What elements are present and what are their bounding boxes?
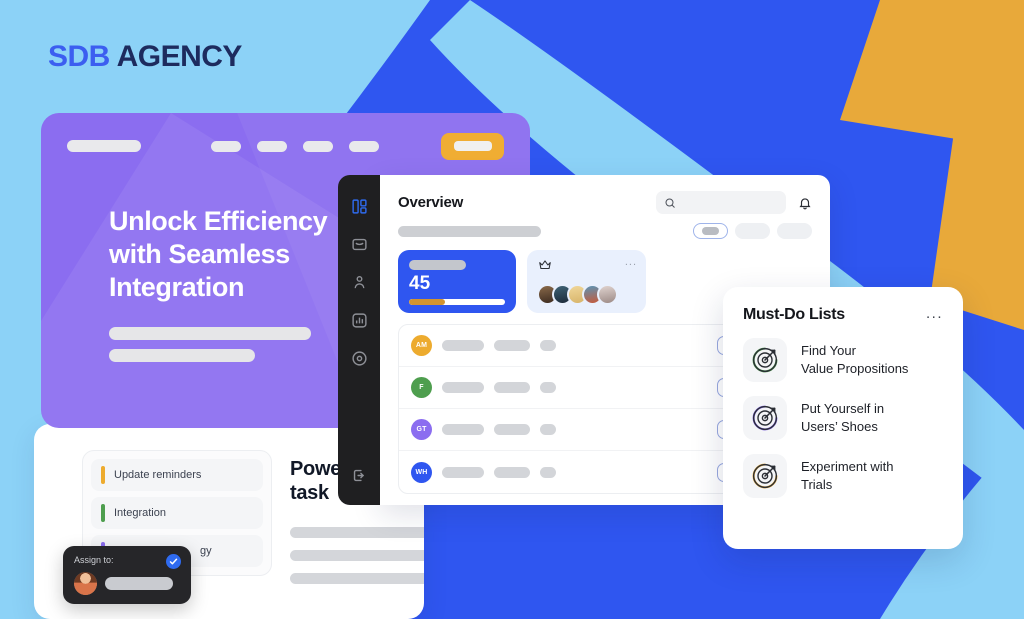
placeholder-line [109,326,311,340]
cell-placeholder [494,424,530,435]
cell-placeholder [494,340,530,351]
target-icon [743,338,787,382]
avatar: WH [411,461,432,483]
hero-logo-placeholder [67,140,141,152]
list-item-label: Put Yourself in Users’ Shoes [801,401,885,434]
cell-placeholder [540,424,556,435]
list-item-label: Find Your Value Propositions [801,343,909,376]
placeholder-line [290,527,424,539]
page-title: Overview [398,194,464,211]
card-menu-dots[interactable]: ... [625,256,637,268]
crown-icon [537,259,553,276]
list-item[interactable]: Put Yourself in Users’ Shoes [743,396,943,440]
check-icon [166,554,181,569]
dashboard-sidebar [338,175,380,505]
avatar: GT [411,419,432,440]
list-item-label: Integration [114,507,166,519]
list-item-label: Update reminders [114,469,202,481]
cell-placeholder [494,466,530,478]
avatar: F [411,377,432,398]
cell-placeholder [540,340,556,351]
cell-placeholder [540,382,556,393]
cell-placeholder [442,424,484,435]
placeholder-lines [290,527,424,585]
list-item[interactable]: Find Your Value Propositions [743,338,943,382]
chart-icon[interactable] [346,307,372,333]
subtitle-placeholder [398,225,541,237]
target-icon [743,396,787,440]
filter-chip[interactable] [735,223,770,239]
cell-placeholder [494,382,530,393]
target-icon [743,454,787,498]
progress-track [409,299,505,305]
hero-nav-items [211,140,379,152]
dashboard-icon[interactable] [346,193,372,219]
user-icon[interactable] [346,269,372,295]
list-item[interactable]: Update reminders [91,459,263,491]
placeholder-line [290,550,424,562]
dashboard-header: Overview [380,175,830,214]
placeholder-line [109,348,255,362]
progress-fill [409,299,445,305]
nav-item-placeholder[interactable] [303,140,333,152]
hero-cta-button[interactable] [441,132,504,160]
logo-text-primary: SDB [48,40,110,73]
brand-logo: SDB AGENCY [48,40,242,74]
search-input[interactable] [656,191,786,214]
search-icon [665,198,675,208]
nav-item-placeholder[interactable] [211,140,241,152]
list-item[interactable]: Experiment with Trials [743,454,943,498]
nav-item-placeholder[interactable] [257,140,287,152]
stat-label-placeholder [409,260,466,270]
logout-icon[interactable] [351,467,368,489]
dashboard-subbar [380,214,830,239]
filter-chip[interactable] [777,223,812,239]
must-do-items: Find Your Value Propositions Put Yoursel… [743,338,943,498]
assign-to-popover: Assign to: [63,546,191,604]
stat-value: 45 [409,273,431,294]
cell-placeholder [442,382,484,393]
list-item-label: Experiment with Trials [801,459,894,492]
list-item[interactable]: Integration [91,497,263,529]
nav-item-placeholder[interactable] [349,140,379,152]
cell-placeholder [442,340,484,351]
mail-icon[interactable] [346,231,372,257]
filter-chip-selected[interactable] [693,223,728,239]
assign-to-row [74,572,180,595]
avatar [74,572,97,595]
team-card: ... [527,250,646,313]
cell-placeholder [540,466,556,478]
avatar [597,284,618,305]
poster-stage: SDB AGENCY Update reminders Integration … [0,0,1024,619]
avatar: AM [411,335,432,356]
stat-card: 45 [398,250,516,313]
must-do-menu-dots[interactable]: ... [926,306,943,321]
assign-to-label: Assign to: [74,555,114,565]
list-item-label: gy [200,545,212,557]
hero-cta-label [453,141,492,151]
target-icon[interactable] [346,345,372,371]
color-bar [101,504,105,522]
filter-chips [693,223,812,239]
avatar-group [537,284,636,305]
assign-input[interactable] [105,577,173,590]
notification-bell-icon[interactable] [798,196,812,210]
hero-navbar [41,113,530,179]
placeholder-line [290,573,424,585]
must-do-header: Must-Do Lists ... [743,306,943,324]
must-do-title: Must-Do Lists [743,306,845,323]
must-do-lists-card: Must-Do Lists ... Find Your Value Propos… [723,287,963,549]
logo-text-secondary: AGENCY [109,40,243,73]
color-bar [101,466,105,484]
cell-placeholder [442,466,484,478]
